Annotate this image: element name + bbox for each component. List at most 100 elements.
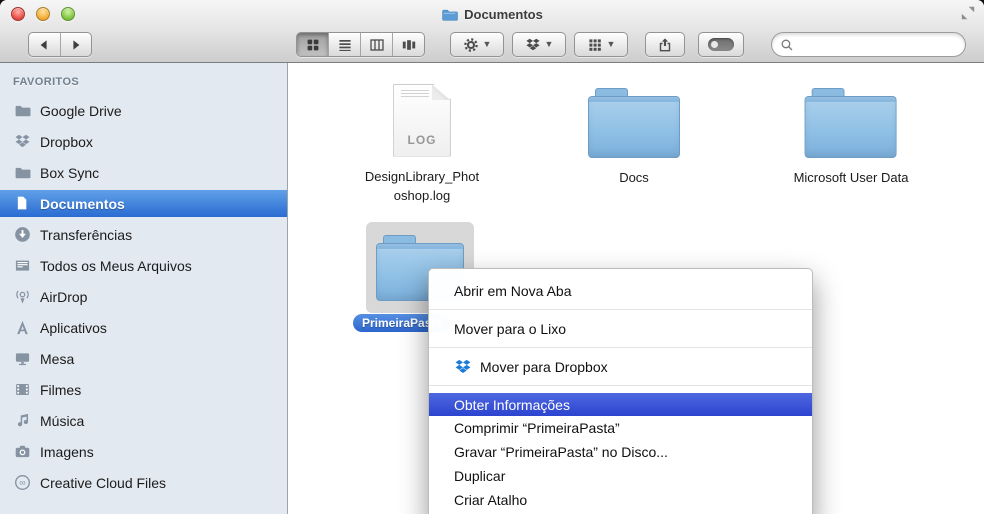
sidebar-item-documentos[interactable]: Documentos — [0, 190, 287, 217]
arrange-menu-button[interactable]: ▼ — [574, 32, 628, 57]
window-title: Documentos — [0, 6, 984, 23]
fullscreen-arrows-icon[interactable] — [960, 5, 976, 21]
sidebar-item-imagens[interactable]: Imagens — [0, 438, 287, 465]
grid-view-icon — [307, 39, 318, 50]
file-item-microsoft-user-data[interactable]: Microsoft User Data — [793, 88, 909, 188]
menu-item-label: Abrir em Nova Aba — [454, 282, 572, 299]
window-title-text: Documentos — [464, 7, 543, 22]
sidebar-item-label: Todos os Meus Arquivos — [40, 257, 192, 274]
sidebar-item-dropbox[interactable]: Dropbox — [0, 128, 287, 155]
menu-item-comprimir-primeirapasta[interactable]: Comprimir “PrimeiraPasta” — [429, 416, 812, 440]
menu-item-label: Mover para Dropbox — [480, 358, 608, 375]
menu-item-abrir-em-nova-aba[interactable]: Abrir em Nova Aba — [429, 272, 812, 309]
view-segment-list-view[interactable] — [329, 33, 361, 56]
forward-button[interactable] — [61, 33, 92, 56]
gear-icon — [463, 37, 478, 52]
creative-cloud-icon: ∞ — [15, 475, 30, 490]
camera-icon — [15, 445, 30, 458]
view-segment-coverflow-view[interactable] — [393, 33, 424, 56]
sidebar-item-label: Imagens — [40, 443, 94, 460]
menu-item-label: Gravar “PrimeiraPasta” no Disco... — [454, 444, 668, 460]
folder-icon — [588, 88, 680, 158]
svg-text:∞: ∞ — [19, 477, 25, 487]
view-segment-column-view[interactable] — [361, 33, 393, 56]
sidebar-item-todos-os-meus-arquivos[interactable]: Todos os Meus Arquivos — [0, 252, 287, 279]
dropbox-icon — [15, 134, 30, 148]
dropbox-icon — [455, 359, 471, 373]
sidebar-item-label: Música — [40, 412, 85, 429]
sidebar-item-label: Creative Cloud Files — [40, 474, 167, 491]
menu-item-label: Mover para o Lixo — [454, 320, 567, 337]
file-item-designlibrary-photoshop-log[interactable]: LOG DesignLibrary_Phot oshop.log — [365, 83, 479, 206]
music-icon — [17, 413, 29, 427]
sidebar-item-label: Dropbox — [40, 133, 93, 150]
file-label: Docs — [619, 170, 649, 185]
back-button[interactable] — [29, 33, 61, 56]
dropbox-menu-button[interactable]: ▼ — [512, 32, 566, 57]
chevron-down-icon: ▼ — [544, 39, 554, 49]
download-icon — [15, 227, 30, 242]
menu-item-gravar-primeirapasta-no-disco[interactable]: Gravar “PrimeiraPasta” no Disco... — [429, 440, 812, 464]
sidebar-item-label: AirDrop — [40, 288, 88, 305]
window-chrome: Documentos ▼ ▼ ▼ — [0, 0, 984, 63]
menu-item-label: Obter Informações — [454, 396, 570, 413]
sidebar-item-airdrop[interactable]: AirDrop — [0, 283, 287, 310]
chevron-down-icon: ▼ — [482, 39, 492, 49]
sidebar-item-filmes[interactable]: Filmes — [0, 376, 287, 403]
menu-separator — [429, 385, 812, 386]
menu-item-label: Duplicar — [454, 468, 506, 484]
file-label: DesignLibrary_Phot oshop.log — [364, 169, 480, 203]
sidebar-item-google-drive[interactable]: Google Drive — [0, 97, 287, 124]
folder-icon — [805, 88, 897, 158]
menu-item-mover-para-o-lixo[interactable]: Mover para o Lixo — [429, 310, 812, 347]
sidebar-item-label: Mesa — [40, 350, 75, 367]
sidebar: FAVORITOS Google Drive Dropbox Box Sync Doc… — [0, 63, 288, 514]
menu-item-criar-atalho[interactable]: Criar Atalho — [429, 488, 812, 512]
column-view-icon — [369, 38, 384, 51]
chevron-down-icon: ▼ — [606, 39, 616, 49]
sidebar-item-creative-cloud-files[interactable]: ∞ Creative Cloud Files — [0, 469, 287, 496]
toggle-icon — [708, 38, 734, 51]
applications-icon — [17, 320, 28, 335]
desktop-icon — [15, 353, 30, 366]
airdrop-icon — [16, 290, 29, 304]
sidebar-item-label: Box Sync — [40, 164, 100, 181]
view-mode-segmented-control — [296, 32, 425, 57]
coverflow-view-icon — [402, 39, 415, 50]
file-label: Microsoft User Data — [793, 170, 909, 185]
documents-icon — [17, 196, 27, 210]
folder-proxy-icon — [442, 9, 458, 21]
log-file-icon: LOG — [393, 83, 451, 157]
share-button[interactable] — [645, 32, 685, 57]
folder-icon — [15, 167, 31, 179]
sidebar-item-label: Documentos — [40, 195, 125, 212]
view-segment-icon-view[interactable] — [297, 33, 329, 56]
sidebar-item-transfer-ncias[interactable]: Transferências — [0, 221, 287, 248]
sidebar-item-label: Aplicativos — [40, 319, 107, 336]
file-item-docs[interactable]: Docs — [588, 88, 680, 188]
action-menu-button[interactable]: ▼ — [450, 32, 504, 57]
all-files-icon — [15, 260, 30, 271]
sidebar-item-box-sync[interactable]: Box Sync — [0, 159, 287, 186]
search-input[interactable] — [798, 36, 957, 53]
finder-window: Documentos ▼ ▼ ▼ FAVORITOS Google Drive … — [0, 0, 984, 514]
folder-icon — [15, 105, 31, 117]
menu-item-label: Comprimir “PrimeiraPasta” — [454, 420, 620, 436]
search-field[interactable] — [771, 32, 966, 57]
list-view-icon — [338, 39, 351, 51]
tags-toggle-button[interactable] — [698, 32, 744, 57]
sidebar-item-mesa[interactable]: Mesa — [0, 345, 287, 372]
sidebar-item-m-sica[interactable]: Música — [0, 407, 287, 434]
menu-item-mover-para-dropbox[interactable]: Mover para Dropbox — [429, 348, 812, 385]
menu-item-label: Criar Atalho — [454, 492, 528, 508]
nav-buttons — [28, 32, 92, 57]
menu-item-duplicar[interactable]: Duplicar — [429, 464, 812, 488]
sidebar-item-label: Filmes — [40, 381, 82, 398]
file-view: LOG DesignLibrary_Phot oshop.log Docs Micro… — [289, 63, 984, 514]
context-menu: Abrir em Nova Aba Mover para o Lixo Mover … — [428, 268, 813, 514]
arrange-grid-icon — [588, 38, 601, 51]
menu-item-obter-informações[interactable]: Obter Informações — [429, 393, 812, 416]
sidebar-item-aplicativos[interactable]: Aplicativos — [0, 314, 287, 341]
sidebar-item-label: Google Drive — [40, 102, 122, 119]
dropbox-icon — [525, 38, 540, 50]
